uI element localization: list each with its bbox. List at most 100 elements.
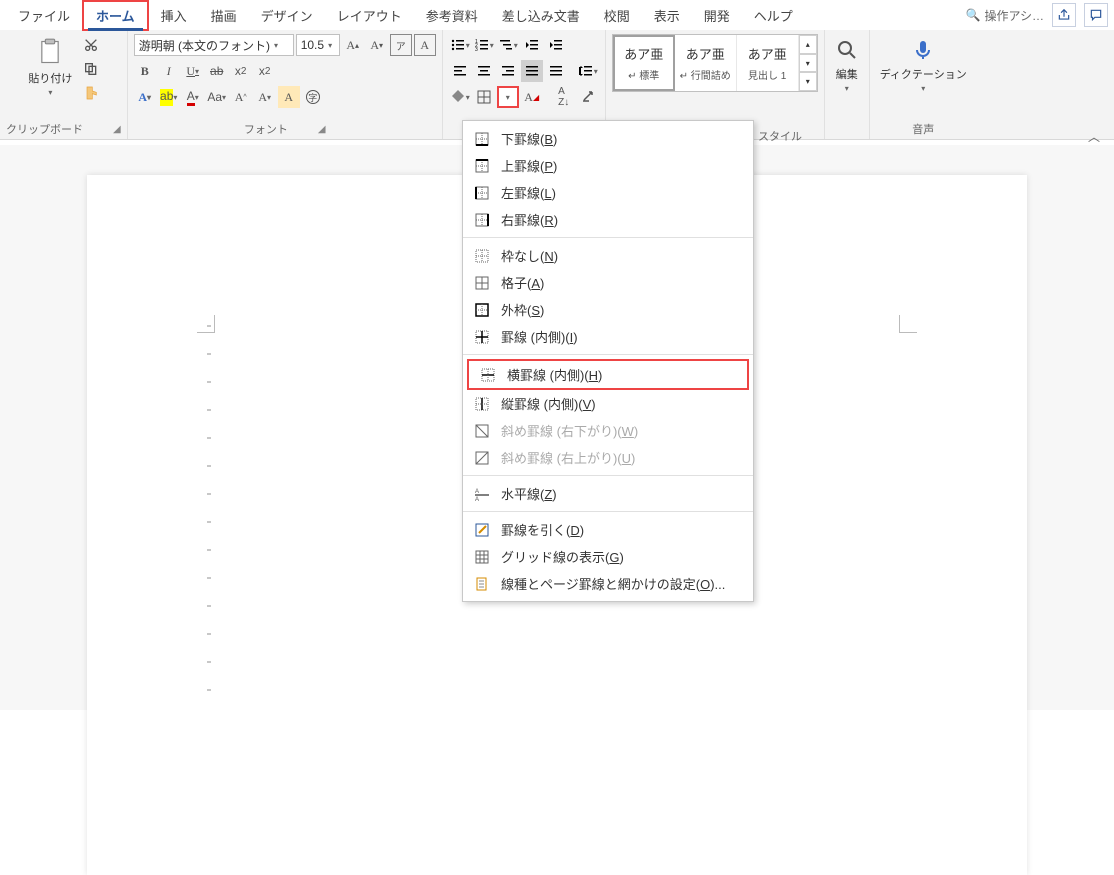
dictation-group-label: 音声	[912, 121, 934, 137]
format-painter-button[interactable]	[80, 82, 102, 104]
border-grid-icon[interactable]	[473, 86, 495, 108]
border-menu-none[interactable]: 枠なし(N)	[463, 242, 753, 269]
border-menu-draw[interactable]: 罫線を引く(D)	[463, 516, 753, 543]
border-menu-label: 斜め罫線 (右下がり)(W)	[501, 421, 638, 440]
distributed-button[interactable]	[545, 60, 567, 82]
align-left-button[interactable]	[449, 60, 471, 82]
shading-button[interactable]: ▾	[449, 86, 471, 108]
paste-label: 貼り付け	[28, 70, 72, 86]
tab-layout[interactable]: レイアウト	[325, 2, 414, 29]
superscript-button[interactable]: x2	[254, 60, 276, 82]
border-menu-inside[interactable]: 罫線 (内側)(I)	[463, 323, 753, 350]
tab-review[interactable]: 校閲	[592, 2, 642, 29]
bullets-button[interactable]: ▾	[449, 34, 471, 56]
grow-font-button[interactable]: A▴	[342, 34, 364, 56]
clear-formatting-button[interactable]: A	[278, 86, 300, 108]
border-inside-v-icon	[473, 395, 491, 413]
tab-draw[interactable]: 描画	[199, 2, 249, 29]
borders-dropdown-button[interactable]: ▾	[497, 86, 519, 108]
tab-insert[interactable]: 挿入	[149, 2, 199, 29]
highlight-button[interactable]: ab▾	[158, 86, 180, 108]
cut-button[interactable]	[80, 34, 102, 56]
numbering-button[interactable]: 123▾	[473, 34, 495, 56]
border-outside-icon	[473, 301, 491, 319]
underline-button[interactable]: U▾	[182, 60, 204, 82]
tab-home[interactable]: ホーム	[82, 0, 149, 31]
border-menu-settings[interactable]: 線種とページ罫線と網かけの設定(O)...	[463, 570, 753, 597]
tab-developer[interactable]: 開発	[692, 2, 742, 29]
editing-button[interactable]: 編集 ▾	[831, 34, 863, 95]
svg-text:A: A	[475, 489, 479, 495]
shrink-font-button[interactable]: A▾	[366, 34, 388, 56]
border-hline-icon: AA	[473, 485, 491, 503]
border-draw-icon	[473, 521, 491, 539]
border-menu-label: 水平線(Z)	[501, 484, 557, 503]
align-right-button[interactable]	[497, 60, 519, 82]
font-size-combo[interactable]: 10.5▾	[296, 34, 340, 56]
tab-references[interactable]: 参考資料	[414, 2, 490, 29]
gallery-down-button[interactable]: ▾	[799, 54, 817, 73]
style-gallery[interactable]: あア亜 ↵ 標準 あア亜 ↵ 行間詰め あア亜 見出し 1 ▴ ▾ ▾	[612, 34, 818, 92]
border-menu-gridlines[interactable]: グリッド線の表示(G)	[463, 543, 753, 570]
decrease-indent-button[interactable]	[521, 34, 543, 56]
strikethrough-button[interactable]: ab	[206, 60, 228, 82]
tab-file[interactable]: ファイル	[6, 2, 82, 29]
align-center-button[interactable]	[473, 60, 495, 82]
border-menu-outside[interactable]: 外枠(S)	[463, 296, 753, 323]
border-bottom-icon	[473, 130, 491, 148]
increase-indent-button[interactable]	[545, 34, 567, 56]
share-button[interactable]	[1052, 3, 1076, 27]
clear-format-a-button[interactable]: A◢	[521, 86, 543, 108]
font-name-combo[interactable]: 游明朝 (本文のフォント)▾	[134, 34, 294, 56]
border-menu-label: 斜め罫線 (右上がり)(U)	[501, 448, 635, 467]
paste-button[interactable]: 貼り付け ▾	[24, 34, 76, 99]
subscript-button[interactable]: x2	[230, 60, 252, 82]
border-menu-inside-h[interactable]: 横罫線 (内側)(H)	[467, 359, 749, 390]
style-item-nospacing[interactable]: あア亜 ↵ 行間詰め	[675, 35, 737, 91]
multilevel-list-button[interactable]: ▾	[497, 34, 519, 56]
align-justify-button[interactable]	[521, 60, 543, 82]
border-menu-hline[interactable]: AA 水平線(Z)	[463, 480, 753, 507]
border-menu-bottom[interactable]: 下罫線(B)	[463, 125, 753, 152]
gallery-more-button[interactable]: ▾	[799, 72, 817, 91]
font-color-button[interactable]: A▾	[182, 86, 204, 108]
tab-mailings[interactable]: 差し込み文書	[490, 2, 592, 29]
border-menu-top[interactable]: 上罫線(P)	[463, 152, 753, 179]
style-item-normal[interactable]: あア亜 ↵ 標準	[613, 35, 675, 91]
char-shading-button[interactable]: Aa▾	[206, 86, 228, 108]
show-marks-button[interactable]	[577, 86, 599, 108]
font-dialog-launcher[interactable]: ◢	[318, 124, 326, 135]
border-top-icon	[473, 157, 491, 175]
border-diag-down-icon	[473, 422, 491, 440]
style-item-heading1[interactable]: あア亜 見出し 1	[737, 35, 799, 91]
tab-view[interactable]: 表示	[642, 2, 692, 29]
border-diag-up-icon	[473, 449, 491, 467]
italic-button[interactable]: I	[158, 60, 180, 82]
sort-button[interactable]: AZ↓	[553, 86, 575, 108]
text-effects-button[interactable]: A▾	[134, 86, 156, 108]
tab-design[interactable]: デザイン	[249, 2, 325, 29]
enclosed-char-button[interactable]: 字	[302, 86, 324, 108]
collapse-ribbon-button[interactable]: ︿	[1088, 128, 1100, 145]
enclose-char-button[interactable]: A^	[230, 86, 252, 108]
border-menu-right[interactable]: 右罫線(R)	[463, 206, 753, 233]
change-case-button[interactable]: A▾	[254, 86, 276, 108]
tell-me-search[interactable]: 🔍 操作アシ…	[966, 7, 1044, 24]
bold-button[interactable]: B	[134, 60, 156, 82]
char-border-button[interactable]: A	[414, 34, 436, 56]
copy-button[interactable]	[80, 58, 102, 80]
comments-button[interactable]	[1084, 3, 1108, 27]
border-menu-all[interactable]: 格子(A)	[463, 269, 753, 296]
svg-text:3: 3	[475, 47, 478, 53]
gallery-up-button[interactable]: ▴	[799, 35, 817, 54]
phonetic-guide-button[interactable]: ア	[390, 34, 412, 56]
line-spacing-button[interactable]: ▾	[577, 60, 599, 82]
tab-help[interactable]: ヘルプ	[742, 2, 805, 29]
borders-dropdown-menu: 下罫線(B)上罫線(P)左罫線(L)右罫線(R) 枠なし(N)格子(A)外枠(S)…	[462, 120, 754, 602]
svg-text:A: A	[475, 497, 479, 502]
border-menu-left[interactable]: 左罫線(L)	[463, 179, 753, 206]
clipboard-dialog-launcher[interactable]: ◢	[113, 124, 121, 135]
dictation-button[interactable]: ディクテーション ▾	[876, 34, 971, 95]
group-font: 游明朝 (本文のフォント)▾ 10.5▾ A▴ A▾ ア A B I U▾ ab…	[128, 30, 443, 139]
border-menu-inside-v[interactable]: 縦罫線 (内側)(V)	[463, 390, 753, 417]
